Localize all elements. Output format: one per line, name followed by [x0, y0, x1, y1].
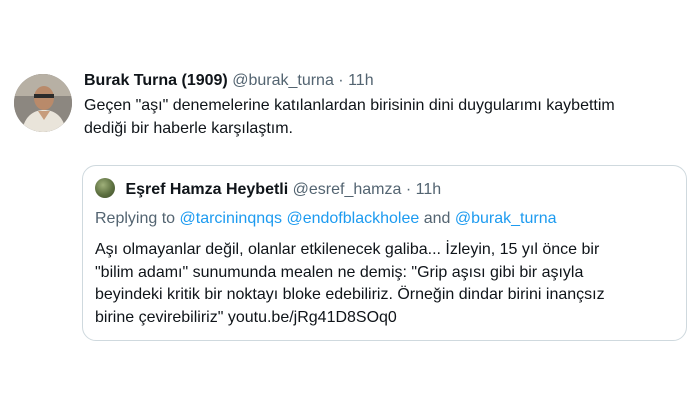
mention-link[interactable]: @endofblackholee [286, 210, 419, 227]
replying-to-label: Replying to [95, 210, 176, 227]
quoted-author-name[interactable]: Eşref Hamza Heybetli [125, 181, 288, 198]
replying-to: Replying to @tarcininqnqs @endofblackhol… [95, 208, 557, 230]
tweet-header: Burak Turna (1909) @burak_turna · 11h [84, 70, 690, 92]
author-name[interactable]: Burak Turna (1909) [84, 72, 228, 89]
tweet-text: Geçen "aşı" denemelerine katılanlardan b… [84, 97, 615, 137]
quoted-separator: · [405, 181, 412, 198]
quoted-author-handle[interactable]: @esref_hamza [293, 181, 402, 198]
mention-link[interactable]: @burak_turna [455, 210, 557, 227]
quoted-tweet-header: Eşref Hamza Heybetli @esref_hamza · 11h [95, 178, 441, 201]
mention-link[interactable]: @tarcininqnqs [180, 210, 283, 227]
separator: · [338, 72, 344, 89]
author-handle[interactable]: @burak_turna [232, 72, 334, 89]
avatar[interactable] [14, 74, 72, 132]
quoted-tweet[interactable]: Eşref Hamza Heybetli @esref_hamza · 11h … [82, 165, 687, 341]
timestamp[interactable]: 11h [348, 72, 374, 89]
quoted-timestamp[interactable]: 11h [416, 181, 442, 198]
quoted-tweet-text: Aşı olmayanlar değil, olanlar etkilenece… [95, 241, 605, 326]
quoted-avatar[interactable] [95, 178, 115, 198]
and-word: and [423, 210, 451, 227]
